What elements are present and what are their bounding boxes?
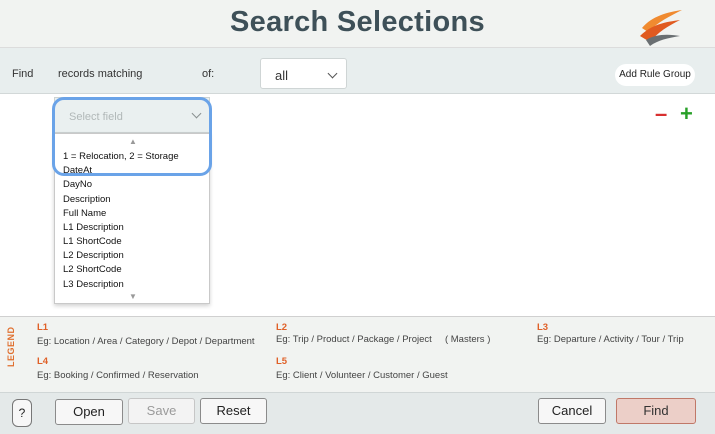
reset-button[interactable]: Reset [200,398,267,424]
field-select-placeholder: Select field [69,111,123,123]
field-select[interactable]: Select field [54,97,210,133]
header-bar: Search Selections [0,0,715,48]
field-option[interactable]: Description [63,194,111,205]
legend-level-desc: Eg: Client / Volunteer / Customer / Gues… [276,370,448,381]
legend-panel: LEGEND L1 Eg: Location / Area / Category… [0,316,715,392]
scroll-down-icon[interactable]: ▼ [55,292,211,301]
field-option[interactable]: 1 = Relocation, 2 = Storage [63,151,179,162]
legend-level-desc: Eg: Booking / Confirmed / Reservation [37,370,199,381]
legend-tag: LEGEND [6,326,16,367]
field-option[interactable]: DayNo [63,179,92,190]
page-title: Search Selections [230,6,485,38]
legend-level-desc: Eg: Departure / Activity / Tour / Trip [537,334,684,345]
field-option[interactable]: L2 ShortCode [63,264,122,275]
legend-level-label: L1 [37,322,49,333]
match-mode-value: all [275,68,289,83]
find-bar: Find records matching of: all Add Rule G… [0,48,715,94]
legend-level-desc: Eg: Trip / Product / Package / Project (… [276,334,491,345]
field-dropdown-list[interactable]: ▲ 1 = Relocation, 2 = Storage DateAt Day… [54,133,210,304]
field-option[interactable]: L1 Description [63,222,124,233]
add-rule-button[interactable]: + [680,103,693,125]
find-label: Find [12,68,34,80]
legend-level-label: L4 [37,356,49,367]
chevron-down-icon [191,108,202,119]
scroll-up-icon[interactable]: ▲ [55,137,211,146]
legend-level-label: L5 [276,356,288,367]
field-option[interactable]: DateAt [63,165,92,176]
help-button[interactable]: ? [12,399,32,427]
add-rule-group-button[interactable]: Add Rule Group [615,64,695,86]
field-option[interactable]: L3 Description [63,279,124,290]
legend-level-label: L3 [537,322,549,333]
remove-rule-button[interactable]: – [655,103,667,125]
field-option[interactable]: Full Name [63,208,106,219]
records-matching-label: records matching [58,68,143,80]
chevron-down-icon [327,68,338,79]
field-option[interactable]: L2 Description [63,250,124,261]
find-button[interactable]: Find [616,398,696,424]
open-button[interactable]: Open [55,399,123,425]
save-button[interactable]: Save [128,398,195,424]
field-option[interactable]: L1 ShortCode [63,236,122,247]
of-label: of: [202,68,215,80]
cancel-button[interactable]: Cancel [538,398,606,424]
legend-level-desc: Eg: Location / Area / Category / Depot /… [37,336,255,347]
footer-bar: ? Open Save Reset Cancel Find [0,392,715,434]
legend-level-label: L2 [276,322,288,333]
app-logo-icon [640,10,682,46]
match-mode-select[interactable]: all [260,58,347,89]
